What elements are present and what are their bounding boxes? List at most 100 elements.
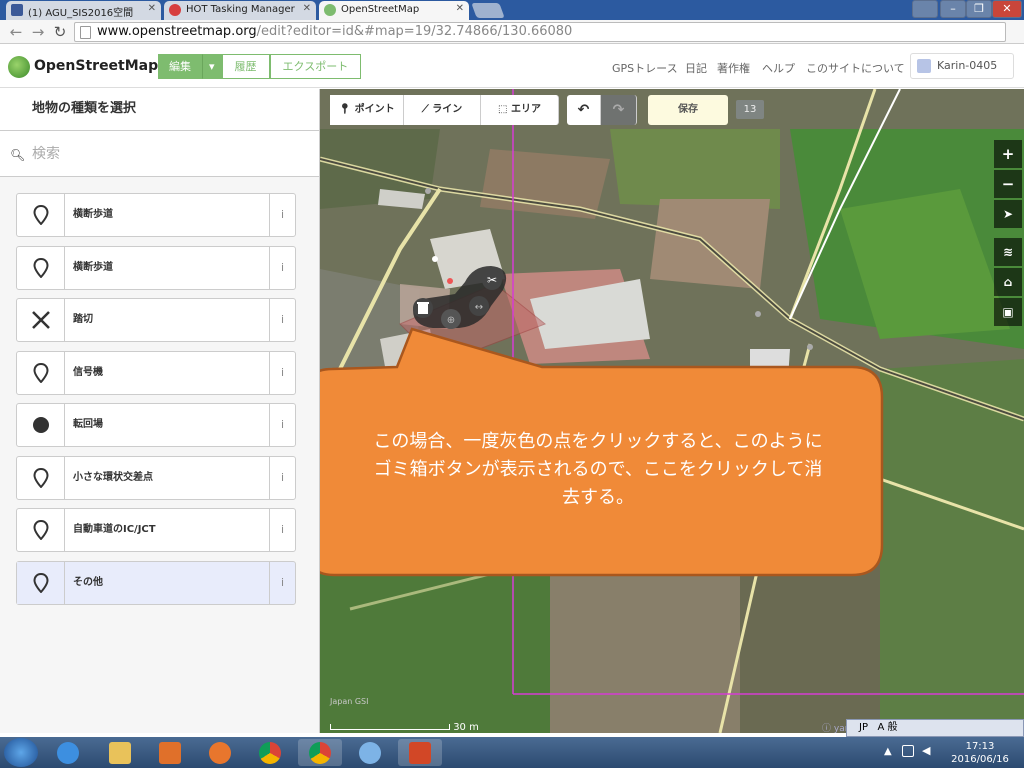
tab-title: (1) AGU_SIS2016空間 <box>28 8 134 19</box>
pin-icon <box>17 561 65 604</box>
map-canvas[interactable] <box>320 89 1024 733</box>
move-icon[interactable]: ↔ <box>469 296 489 316</box>
svg-text:⊕: ⊕ <box>447 315 455 326</box>
network-icon[interactable] <box>902 745 914 757</box>
back-icon[interactable]: ← <box>6 22 26 42</box>
profile-button[interactable] <box>912 0 938 18</box>
preset-item[interactable]: その他 i <box>16 560 296 605</box>
preset-info-button[interactable]: i <box>269 456 295 499</box>
hot-icon <box>169 4 181 16</box>
svg-text:↔: ↔ <box>475 302 483 313</box>
export-button[interactable]: エクスポート <box>269 54 362 79</box>
browser-tab[interactable]: (1) AGU_SIS2016空間 ✕ <box>6 1 161 20</box>
volume-icon[interactable]: ◀ <box>922 744 930 757</box>
add-line-button[interactable]: ⟋ ライン <box>404 95 481 125</box>
preset-item[interactable]: 自動車道のIC/JCT i <box>16 508 296 552</box>
nav-diary[interactable]: 日記 <box>685 60 707 76</box>
forward-icon[interactable]: → <box>28 22 48 42</box>
change-count-badge: 13 <box>736 100 764 119</box>
history-button[interactable]: 履歴 <box>221 54 270 79</box>
dot-icon <box>17 404 65 446</box>
clock-date: 2016/06/16 <box>951 754 1009 765</box>
undo-icon[interactable]: ↶ <box>567 95 601 125</box>
disconnect-icon[interactable]: ⊕ <box>441 309 461 329</box>
nav-help[interactable]: ヘルプ <box>762 60 795 76</box>
tab-title: HOT Tasking Manager <box>186 4 295 15</box>
preset-info-button[interactable]: i <box>269 246 295 289</box>
svg-text:✂: ✂ <box>487 273 497 287</box>
close-icon[interactable]: ✕ <box>303 3 311 14</box>
preset-search-input[interactable]: 🔍︎ 検索 <box>0 131 319 177</box>
preset-info-button[interactable]: i <box>269 404 295 446</box>
search-icon: 🔍︎ <box>10 148 26 162</box>
chrome-active-taskbar-icon[interactable] <box>298 739 342 766</box>
media-taskbar-icon[interactable] <box>148 739 192 766</box>
split-scissors-icon[interactable]: ✂ <box>482 270 502 290</box>
preset-item[interactable]: 小さな環状交差点 i <box>16 455 296 500</box>
tray-show-hidden-icon[interactable]: ▲ <box>884 746 892 757</box>
preset-item[interactable]: 信号機 i <box>16 350 296 395</box>
layers-icon[interactable]: ≋ <box>994 238 1022 266</box>
browser-tab[interactable]: HOT Tasking Manager ✕ <box>164 1 316 20</box>
powerpoint-taskbar-icon[interactable] <box>398 739 442 766</box>
zoom-out-icon[interactable]: − <box>994 170 1022 198</box>
windows-taskbar: ▲ ◀ <box>0 737 1024 768</box>
preset-item[interactable]: 転回場 i <box>16 403 296 447</box>
preset-label: 小さな環状交差点 <box>73 471 153 483</box>
reload-icon[interactable]: ↻ <box>50 22 70 42</box>
delete-trash-icon[interactable] <box>413 298 433 318</box>
preset-info-button[interactable]: i <box>269 351 295 394</box>
preset-item[interactable]: 踏切 i <box>16 298 296 342</box>
explorer-taskbar-icon[interactable] <box>98 739 142 766</box>
nav-copyright[interactable]: 著作権 <box>717 60 750 76</box>
area-label: エリア <box>510 104 541 115</box>
add-area-button[interactable]: ⬚ エリア <box>481 95 559 125</box>
preset-info-button[interactable]: i <box>269 561 295 604</box>
url-field[interactable]: www.openstreetmap.org/edit?editor=id&#ma… <box>74 22 1006 42</box>
browser-tab-active[interactable]: OpenStreetMap ✕ <box>319 1 469 20</box>
ime-mode: A 般 <box>877 722 898 733</box>
paint-taskbar-icon[interactable] <box>348 739 392 766</box>
osm-logo-icon[interactable] <box>8 56 30 78</box>
scale-line <box>330 724 450 730</box>
firefox-taskbar-icon[interactable] <box>198 739 242 766</box>
nav-gps-traces[interactable]: GPSトレース <box>612 60 678 76</box>
restore-button[interactable]: ❐ <box>966 0 992 18</box>
preset-item[interactable]: 横断歩道 i <box>16 193 296 237</box>
minimize-button[interactable]: – <box>940 0 966 18</box>
map-data-icon[interactable]: ⌂ <box>994 268 1022 296</box>
osm-header: OpenStreetMap 編集 ▾ 履歴 エクスポート GPSトレース 日記 … <box>0 44 1024 88</box>
preset-info-button[interactable]: i <box>269 194 295 236</box>
user-menu[interactable]: Karin-0405 <box>910 53 1014 79</box>
search-placeholder: 検索 <box>32 146 60 162</box>
username: Karin-0405 <box>937 59 998 72</box>
line-icon: ⟋ <box>421 104 429 115</box>
nav-about[interactable]: このサイトについて <box>806 60 905 76</box>
geolocate-icon[interactable]: ➤ <box>994 200 1022 228</box>
save-button[interactable]: 保存 <box>648 95 728 125</box>
add-point-button[interactable]: 📍︎ ポイント <box>330 95 404 125</box>
preset-item[interactable]: 横断歩道 i <box>16 245 296 290</box>
start-button-icon[interactable] <box>4 738 38 767</box>
ime-language-bar[interactable]: JP A 般 <box>846 719 1024 737</box>
ie-taskbar-icon[interactable] <box>46 739 90 766</box>
pin-icon <box>17 246 65 289</box>
help-panel-icon[interactable]: ▣ <box>994 298 1022 326</box>
new-tab-button[interactable] <box>471 3 505 18</box>
edit-button[interactable]: 編集 <box>158 54 202 79</box>
preset-info-button[interactable]: i <box>269 299 295 341</box>
pin-icon <box>17 456 65 499</box>
edit-button-group: 編集 ▾ 履歴 エクスポート <box>158 54 362 79</box>
redo-icon[interactable]: ↷ <box>601 95 637 125</box>
chrome-taskbar-icon[interactable] <box>248 739 292 766</box>
close-window-button[interactable]: ✕ <box>992 0 1022 18</box>
taskbar-clock[interactable]: 17:13 2016/06/16 <box>948 740 1012 766</box>
zoom-in-icon[interactable]: + <box>994 140 1022 168</box>
preset-label: その他 <box>65 561 269 604</box>
close-icon[interactable]: ✕ <box>456 3 464 14</box>
osm-logo-text[interactable]: OpenStreetMap <box>34 58 158 74</box>
preset-info-button[interactable]: i <box>269 509 295 551</box>
edit-dropdown-caret-icon[interactable]: ▾ <box>202 54 222 79</box>
page-icon <box>80 26 91 39</box>
close-icon[interactable]: ✕ <box>148 3 156 14</box>
